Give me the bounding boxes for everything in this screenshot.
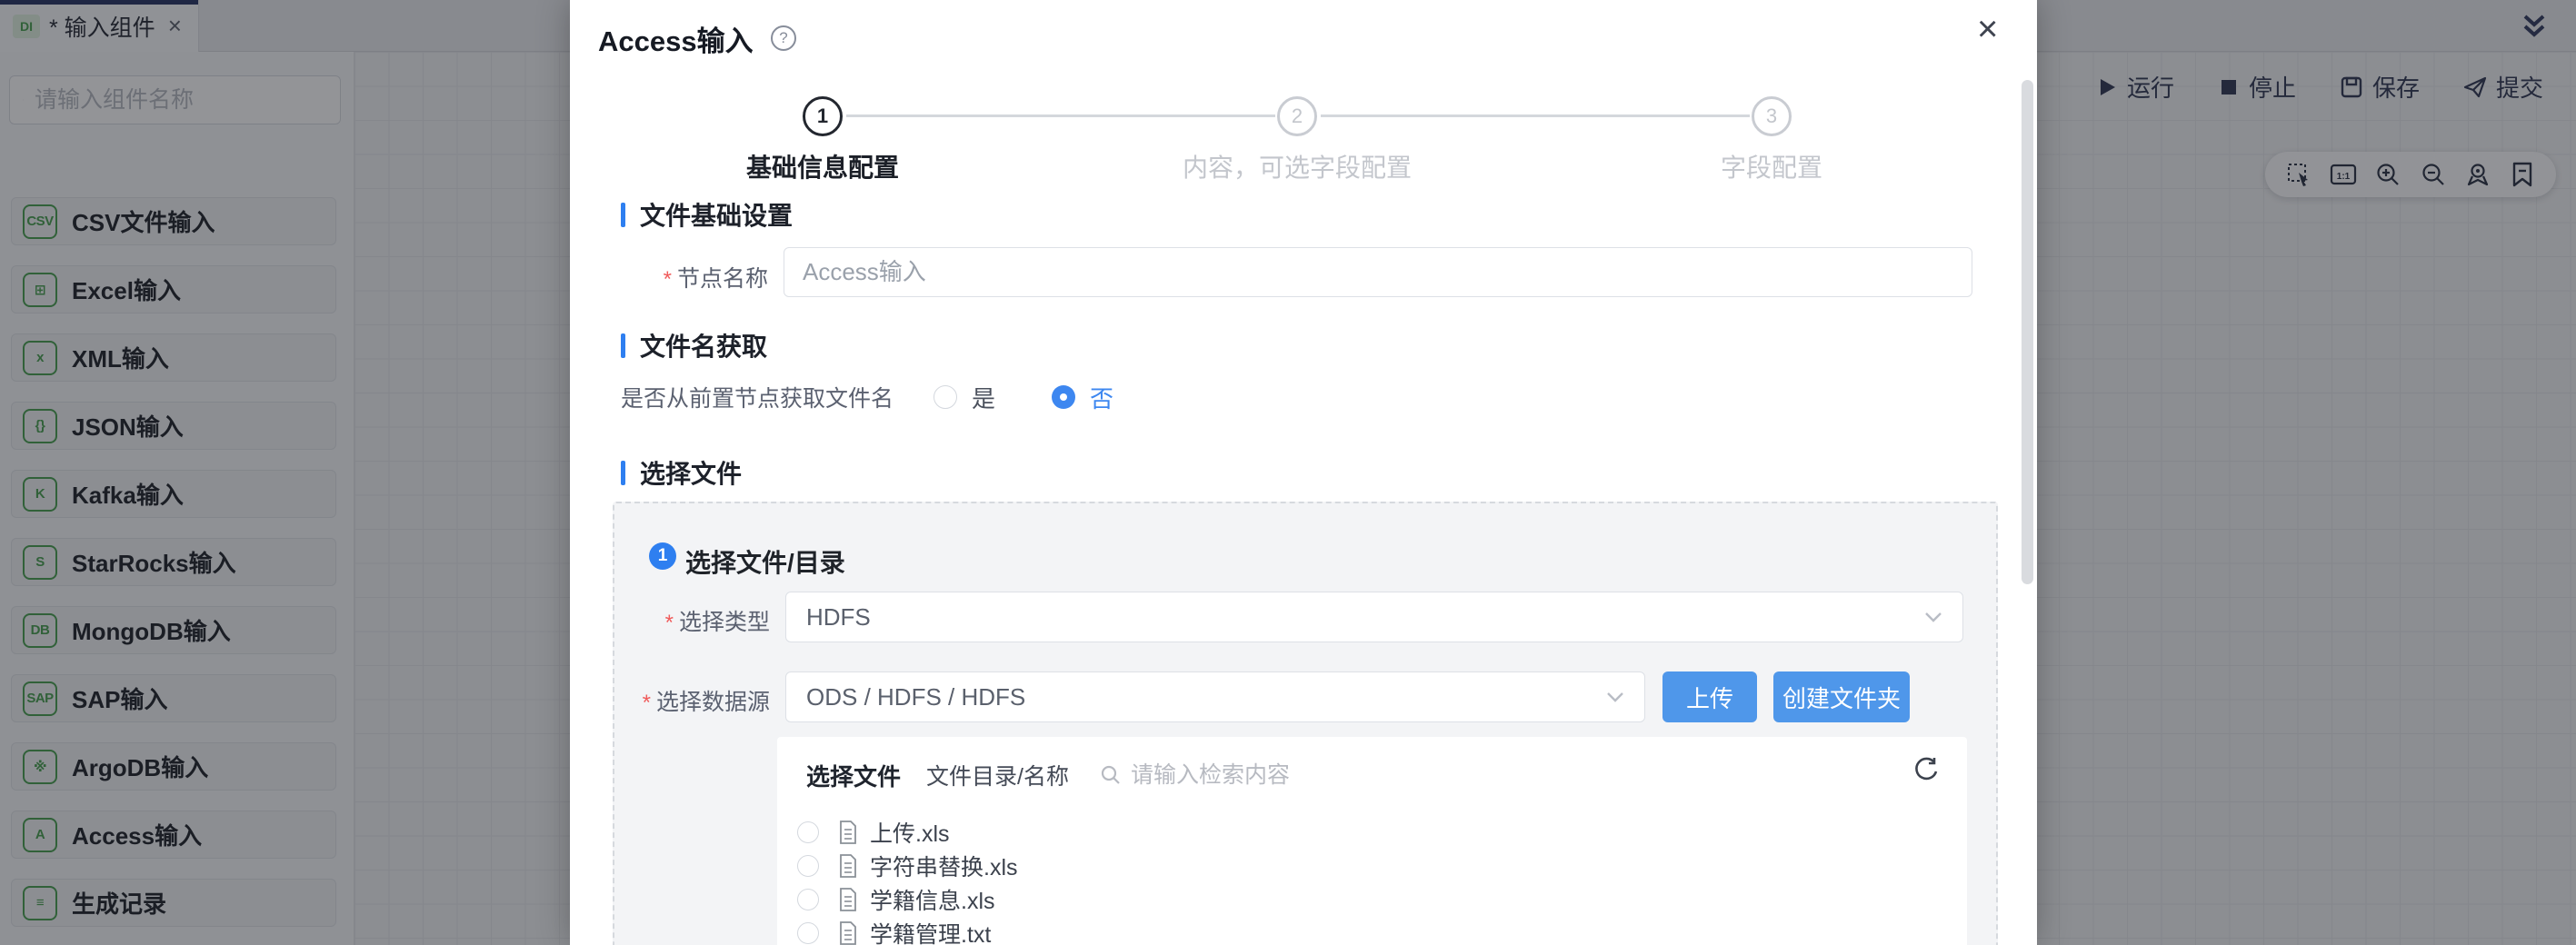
- section-filename: 文件名获取: [621, 327, 767, 363]
- type-label: *选择类型: [634, 604, 770, 637]
- step-3-circle[interactable]: 3: [1752, 96, 1792, 136]
- file-radio[interactable]: [797, 922, 819, 944]
- step-3-label: 字段配置: [1635, 148, 1908, 184]
- required-mark: *: [665, 611, 674, 635]
- access-input-modal: Access输入 ? × 1 2 3 基础信息配置 内容，可选字段配置 字段配置…: [570, 0, 2037, 945]
- file-browser-header: 选择文件 文件目录/名称: [777, 757, 1967, 793]
- chevron-down-icon: [1924, 612, 1942, 622]
- type-select-value: HDFS: [806, 603, 1924, 632]
- section-select-file: 选择文件: [621, 454, 742, 491]
- filename-question-row: 是否从前置节点获取文件名 是 否: [621, 382, 1113, 413]
- file-row[interactable]: 字符串替换.xls: [777, 849, 1967, 882]
- panel-title: 选择文件/目录: [685, 543, 845, 580]
- panel-step-badge: 1: [649, 542, 676, 570]
- step-number: 2: [1292, 104, 1303, 128]
- datasource-select-value: ODS / HDFS / HDFS: [806, 683, 1606, 711]
- modal-title: Access输入: [598, 18, 754, 59]
- required-mark: *: [664, 267, 672, 292]
- type-select[interactable]: HDFS: [785, 592, 1963, 642]
- radio-yes[interactable]: [934, 385, 957, 409]
- step-1-label: 基础信息配置: [686, 148, 959, 184]
- node-name-input[interactable]: [784, 247, 1972, 297]
- select-file-panel: 1 选择文件/目录 *选择类型 HDFS *选择数据源 ODS / HDFS /…: [613, 502, 1998, 945]
- step-connector: [846, 114, 1275, 117]
- file-browser-column-label: 文件目录/名称: [926, 759, 1069, 791]
- section-title: 文件名获取: [640, 327, 767, 363]
- section-accent-bar: [621, 461, 625, 485]
- file-radio[interactable]: [797, 889, 819, 910]
- upload-button[interactable]: 上传: [1662, 671, 1757, 722]
- document-icon: [839, 821, 857, 844]
- datasource-label: *选择数据源: [634, 684, 770, 717]
- create-folder-button[interactable]: 创建文件夹: [1773, 671, 1910, 722]
- file-name: 上传.xls: [870, 816, 950, 849]
- required-mark: *: [643, 691, 651, 715]
- document-icon: [839, 888, 857, 911]
- chevron-down-icon: [1606, 691, 1624, 702]
- help-icon[interactable]: ?: [771, 25, 796, 51]
- section-accent-bar: [621, 203, 625, 227]
- file-browser-card: 选择文件 文件目录/名称: [777, 737, 1967, 945]
- step-number: 1: [817, 104, 828, 128]
- step-1-circle[interactable]: 1: [803, 96, 843, 136]
- file-browser-title: 选择文件: [806, 759, 901, 792]
- document-icon: [839, 854, 857, 878]
- search-icon: [1100, 764, 1122, 786]
- refresh-icon[interactable]: [1912, 757, 1940, 786]
- step-connector: [1321, 114, 1750, 117]
- file-search-box[interactable]: [1100, 762, 1609, 789]
- section-accent-bar: [621, 333, 625, 358]
- file-row[interactable]: 学籍管理.txt: [777, 916, 1967, 945]
- datasource-select[interactable]: ODS / HDFS / HDFS: [785, 671, 1645, 722]
- section-title: 文件基础设置: [640, 196, 793, 233]
- modal-scrollbar-thumb[interactable]: [2022, 80, 2033, 584]
- radio-no-label[interactable]: 否: [1090, 381, 1113, 414]
- node-name-label: *节点名称: [595, 261, 768, 293]
- file-name: 学籍信息.xls: [870, 883, 995, 916]
- filename-question-label: 是否从前置节点获取文件名: [621, 381, 894, 413]
- file-name: 字符串替换.xls: [870, 850, 1018, 882]
- radio-no[interactable]: [1052, 385, 1075, 409]
- section-basic-settings: 文件基础设置: [621, 196, 793, 233]
- file-radio[interactable]: [797, 821, 819, 843]
- document-icon: [839, 921, 857, 945]
- section-title: 选择文件: [640, 454, 742, 491]
- help-mark: ?: [779, 29, 787, 47]
- file-radio[interactable]: [797, 855, 819, 877]
- modal-close-icon[interactable]: ×: [1977, 11, 1998, 47]
- step-number: 3: [1766, 104, 1777, 128]
- radio-yes-label[interactable]: 是: [972, 381, 995, 414]
- file-search-input[interactable]: [1131, 762, 1567, 789]
- file-row[interactable]: 学籍信息.xls: [777, 882, 1967, 916]
- step-2-label: 内容，可选字段配置: [1115, 148, 1479, 184]
- file-name: 学籍管理.txt: [870, 917, 991, 945]
- step-2-circle[interactable]: 2: [1277, 96, 1317, 136]
- file-row[interactable]: 上传.xls: [777, 815, 1967, 849]
